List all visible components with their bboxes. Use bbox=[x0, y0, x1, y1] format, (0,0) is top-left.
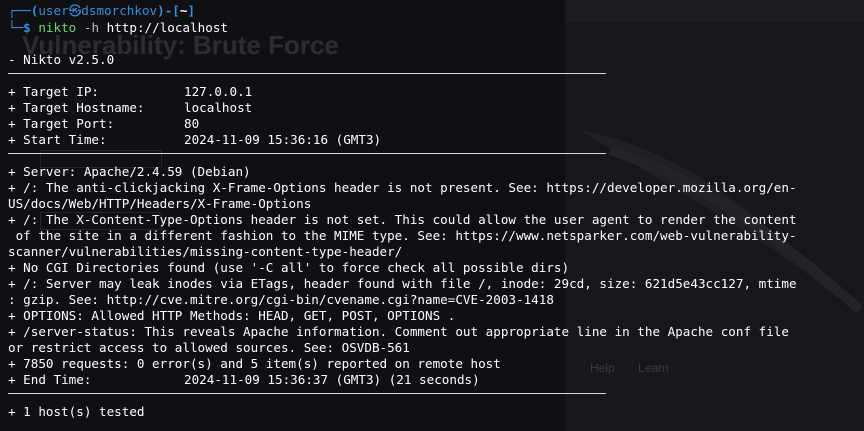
output-line: + /: The anti-clickjacking X-Frame-Optio… bbox=[8, 180, 797, 195]
target-port-value: 80 bbox=[184, 116, 200, 131]
command-flag: -h bbox=[83, 20, 100, 35]
output-line: scanner/vulnerabilities/missing-content-… bbox=[8, 244, 403, 259]
separator-line bbox=[8, 73, 606, 74]
nikto-version: - Nikto v2.5.0 bbox=[8, 52, 115, 67]
command-argument: http://localhost bbox=[106, 20, 228, 35]
separator-line bbox=[8, 393, 606, 394]
prompt-host: dsmorchkov bbox=[81, 3, 158, 18]
start-time-value: 2024-11-09 15:36:16 (GMT3) bbox=[184, 132, 382, 147]
output-line: + /: Server may leak inodes via ETags, h… bbox=[8, 276, 797, 291]
output-line: + /server-status: This reveals Apache in… bbox=[8, 324, 789, 339]
prompt-header-line: ┌──(user㉿dsmorchkov)-[~] bbox=[8, 3, 196, 18]
terminal-window[interactable]: ┌──(user㉿dsmorchkov)-[~] └─$ nikto -h ht… bbox=[0, 0, 864, 431]
separator-line bbox=[8, 153, 606, 154]
prompt-separator-icon: ㉿ bbox=[68, 3, 82, 18]
output-line: of the site in a different fashion to th… bbox=[8, 228, 797, 243]
target-ip-label: + Target IP: bbox=[8, 84, 99, 99]
end-time-label: + End Time: bbox=[8, 372, 92, 387]
hosts-tested: + 1 host(s) tested bbox=[8, 404, 145, 419]
target-hostname-label: + Target Hostname: bbox=[8, 100, 145, 115]
output-line: + OPTIONS: Allowed HTTP Methods: HEAD, G… bbox=[8, 308, 456, 323]
target-ip-value: 127.0.0.1 bbox=[184, 84, 253, 99]
target-hostname-value: localhost bbox=[184, 100, 253, 115]
command-line: └─$ nikto -h http://localhost bbox=[8, 20, 228, 35]
prompt-user: user bbox=[38, 3, 69, 18]
output-line: + 7850 requests: 0 error(s) and 5 item(s… bbox=[8, 356, 501, 371]
end-time-value: 2024-11-09 15:36:37 (GMT3) (21 seconds) bbox=[184, 372, 480, 387]
output-line: US/docs/Web/HTTP/Headers/X-Frame-Options bbox=[8, 196, 312, 211]
start-time-label: + Start Time: bbox=[8, 132, 107, 147]
command-name: nikto bbox=[38, 20, 77, 35]
output-line: + Server: Apache/2.4.59 (Debian) bbox=[8, 164, 251, 179]
output-line: : gzip. See: http://cve.mitre.org/cgi-bi… bbox=[8, 292, 554, 307]
target-port-label: + Target Port: bbox=[8, 116, 115, 131]
output-line: or restrict access to allowed sources. S… bbox=[8, 340, 410, 355]
output-line: + No CGI Directories found (use '-C all'… bbox=[8, 260, 570, 275]
output-line: + /: The X-Content-Type-Options header i… bbox=[8, 212, 797, 227]
